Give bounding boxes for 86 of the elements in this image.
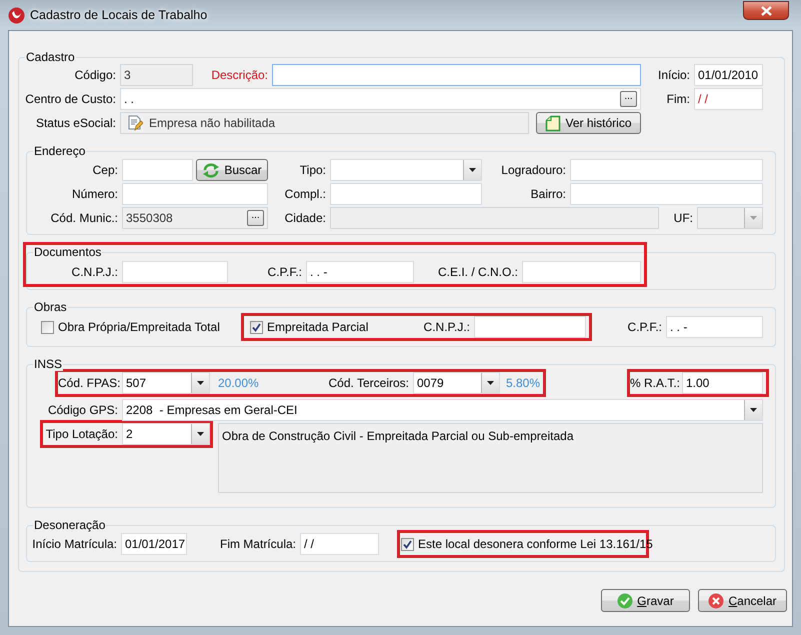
text-field[interactable]	[570, 183, 763, 205]
rate-text: 5.80%	[505, 375, 542, 392]
group-title: Desoneração	[33, 518, 106, 532]
cancel-button[interactable]: Cancelar	[698, 589, 787, 612]
document-pencil-icon	[127, 115, 143, 131]
field-label: % R.A.T.:	[630, 375, 682, 392]
status-field: Empresa não habilitada	[120, 112, 529, 134]
caret-icon	[197, 432, 204, 436]
text-field[interactable]: / /	[694, 88, 763, 110]
field-label: C.P.F.:	[266, 264, 303, 281]
checkbox-label: Obra Própria/Empreitada Total	[58, 320, 220, 334]
field-label: Centro de Custo:	[24, 91, 117, 108]
caret-icon	[197, 381, 204, 385]
cancel-circle-icon	[708, 592, 724, 608]
field-label: C.E.I. / C.N.O.:	[436, 264, 519, 281]
check-icon	[252, 322, 261, 332]
checkbox[interactable]	[401, 538, 414, 550]
dropdown-field[interactable]: 2	[122, 423, 210, 445]
text-field[interactable]	[122, 261, 228, 283]
field-label: C.N.P.J.:	[422, 319, 471, 336]
text-field[interactable]	[272, 64, 641, 86]
field-label: Início Matrícula:	[31, 536, 118, 553]
browse-button[interactable]: ...	[620, 91, 637, 107]
caret-icon	[469, 168, 476, 172]
field-label: C.N.P.J.:	[70, 264, 119, 281]
field-label: Código:	[74, 67, 117, 84]
check-icon	[403, 540, 412, 548]
app-logo-icon	[8, 6, 25, 24]
history-button[interactable]: Ver histórico	[536, 112, 641, 134]
field-label: Descrição:	[210, 67, 269, 84]
group-title: Endereço	[33, 144, 86, 158]
field-label: Tipo:	[298, 162, 327, 179]
text-field[interactable]	[570, 159, 763, 181]
text-field[interactable]	[122, 183, 268, 205]
field-label: Início:	[656, 67, 691, 84]
field-label: Status eSocial:	[34, 115, 117, 132]
dropdown-field[interactable]: 0079	[413, 372, 500, 394]
field-label: Cidade:	[284, 210, 327, 227]
document-icon	[545, 114, 562, 132]
field-label: Cep:	[92, 162, 119, 179]
field-label: Número:	[70, 186, 119, 203]
refresh-icon	[202, 162, 220, 178]
save-button[interactable]: Gravar	[601, 589, 690, 612]
text-field[interactable]: 01/01/2010	[694, 64, 763, 86]
group-title: Obras	[33, 300, 68, 314]
text-field[interactable]	[522, 261, 641, 283]
text-area: Obra de Construção Civil - Empreitada Parcial ou Sub-empreitada	[218, 423, 763, 493]
text-field[interactable]: . . -	[666, 316, 763, 338]
text-field[interactable]	[474, 316, 586, 338]
dropdown-field[interactable]: 2208 - Empresas em Geral-CEI	[122, 399, 763, 421]
field-label: UF:	[672, 210, 694, 227]
caret-icon	[750, 408, 757, 412]
field-label: Fim:	[666, 91, 691, 108]
checkbox[interactable]	[41, 320, 54, 334]
field-label: C.P.F.:	[626, 319, 663, 336]
field-label: Cód. FPAS:	[58, 375, 122, 392]
checkbox[interactable]	[250, 320, 263, 334]
text-field[interactable]: 01/01/2017	[121, 533, 187, 555]
group-title: INSS	[33, 357, 64, 371]
window-title: Cadastro de Locais de Trabalho	[30, 8, 208, 22]
field-label: Compl.:	[284, 186, 327, 203]
group-title: Cadastro	[25, 50, 76, 64]
close-icon	[760, 6, 772, 16]
checkbox-label: Empreitada Parcial	[267, 320, 368, 334]
dropdown-field[interactable]	[330, 159, 482, 181]
check-circle-icon	[617, 592, 634, 608]
text-field[interactable]: . . ...	[120, 88, 641, 110]
field-label: Logradouro:	[500, 162, 567, 179]
field-label: Bairro:	[530, 186, 567, 203]
text-field[interactable]	[122, 159, 193, 181]
search-button[interactable]: Buscar	[196, 159, 268, 181]
field-label: Cód. Terceiros:	[328, 375, 410, 392]
rate-text: 20.00%	[217, 375, 260, 392]
field-label: Tipo Lotação:	[44, 426, 119, 443]
text-field[interactable]: 1.00	[682, 372, 763, 394]
text-field[interactable]: / /	[300, 533, 379, 555]
field-label: Código GPS:	[46, 402, 119, 419]
field-label: Fim Matrícula:	[218, 536, 297, 553]
caret-icon	[750, 216, 757, 220]
field-label: Cód. Munic.:	[50, 210, 119, 227]
group-title: Documentos	[33, 245, 102, 259]
text-field[interactable]: . . -	[306, 261, 414, 283]
caret-icon	[487, 381, 494, 385]
close-button[interactable]	[743, 1, 789, 20]
text-field[interactable]	[330, 183, 482, 205]
dropdown-field[interactable]: 507	[122, 372, 210, 394]
